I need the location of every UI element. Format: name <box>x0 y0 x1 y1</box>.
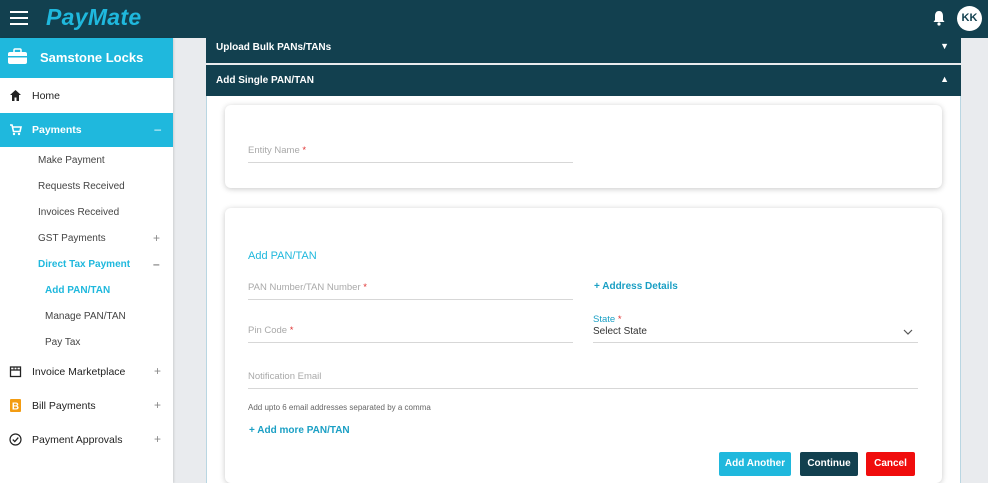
sidebar-subitem-make-payment[interactable]: Make Payment <box>38 155 105 166</box>
address-details-link[interactable]: + Address Details <box>594 281 678 292</box>
sidebar-item-label: Invoice Marketplace <box>32 366 126 378</box>
chevron-down-icon <box>903 329 913 335</box>
sidebar-subitem-manage-pan-tan[interactable]: Manage PAN/TAN <box>45 311 126 322</box>
menu-icon[interactable] <box>10 11 28 25</box>
expand-icon[interactable]: + <box>154 432 161 446</box>
collapse-icon[interactable]: – <box>153 257 160 271</box>
sidebar-item-payments[interactable]: Payments – <box>0 113 173 147</box>
expand-icon[interactable]: + <box>153 231 160 245</box>
app-logo: PayMate <box>46 4 142 30</box>
sidebar-subitem-requests-received[interactable]: Requests Received <box>38 181 125 192</box>
sidebar-item-invoice-marketplace[interactable]: Invoice Marketplace + <box>0 357 173 387</box>
bell-icon[interactable] <box>932 10 946 26</box>
notification-email-field[interactable]: Notification Email <box>248 371 918 389</box>
sidebar-subitem-pay-tax[interactable]: Pay Tax <box>45 337 80 348</box>
state-select[interactable]: Select State <box>593 326 918 343</box>
state-label: State * <box>593 314 622 325</box>
sidebar-subitem-gst-payments[interactable]: GST Payments + <box>38 231 160 245</box>
svg-text:B: B <box>12 402 19 413</box>
entity-name-field[interactable]: Entity Name * <box>248 145 573 163</box>
sidebar-item-label: Payments <box>32 124 82 136</box>
caret-up-icon: ▲ <box>940 74 949 84</box>
sidebar: Samstone Locks Home Payments – Make Paym… <box>0 38 173 483</box>
sidebar-item-label: Home <box>32 90 61 102</box>
pin-code-field[interactable]: Pin Code * <box>248 325 573 343</box>
check-circle-icon <box>9 433 22 446</box>
expand-icon[interactable]: + <box>154 398 161 412</box>
accordion-add-single[interactable]: Add Single PAN/TAN ▲ <box>206 65 961 96</box>
cancel-button[interactable]: Cancel <box>866 452 915 476</box>
home-icon <box>10 90 21 101</box>
company-name: Samstone Locks <box>40 50 144 65</box>
expand-icon[interactable]: + <box>154 364 161 378</box>
sidebar-item-bill-payments[interactable]: B Bill Payments + <box>0 391 173 421</box>
sidebar-item-home[interactable]: Home <box>0 81 173 111</box>
sidebar-item-payment-approvals[interactable]: Payment Approvals + <box>0 425 173 455</box>
add-another-button[interactable]: Add Another <box>719 452 791 476</box>
add-more-pan-tan-link[interactable]: + Add more PAN/TAN <box>249 425 350 436</box>
accordion-title: Add Single PAN/TAN <box>216 75 314 86</box>
caret-down-icon: ▼ <box>940 41 949 51</box>
cart-icon <box>10 124 22 136</box>
accordion-title: Upload Bulk PANs/TANs <box>216 42 332 53</box>
continue-button[interactable]: Continue <box>800 452 858 476</box>
sidebar-subitem-invoices-received[interactable]: Invoices Received <box>38 207 119 218</box>
pan-tan-card <box>225 208 942 483</box>
sidebar-subitem-add-pan-tan[interactable]: Add PAN/TAN <box>45 285 110 296</box>
company-switcher[interactable]: Samstone Locks <box>0 38 173 78</box>
email-hint: Add upto 6 email addresses separated by … <box>248 403 431 412</box>
section-title: Add PAN/TAN <box>248 250 317 262</box>
accordion-upload-bulk[interactable]: Upload Bulk PANs/TANs ▼ <box>206 32 961 63</box>
collapse-icon[interactable]: – <box>154 122 161 136</box>
sidebar-item-label: Bill Payments <box>32 400 96 412</box>
sidebar-item-label: Payment Approvals <box>32 434 123 446</box>
user-avatar[interactable]: KK <box>957 6 982 31</box>
sidebar-subitem-direct-tax-payment[interactable]: Direct Tax Payment – <box>38 257 160 271</box>
pan-tan-number-field[interactable]: PAN Number/TAN Number * <box>248 282 573 300</box>
store-icon <box>9 366 22 378</box>
briefcase-icon <box>8 48 27 64</box>
bill-icon: B <box>10 399 21 413</box>
